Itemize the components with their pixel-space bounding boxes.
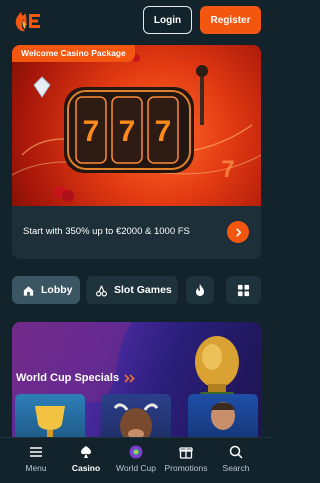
double-chevron-right-icon xyxy=(124,373,135,383)
world-cup-card-player[interactable] xyxy=(188,394,258,442)
brand-logo[interactable] xyxy=(12,9,42,33)
slot-machine-banner-image: 7 7 7 7 xyxy=(12,45,261,206)
tab-lobby[interactable]: Lobby xyxy=(12,276,80,304)
register-button[interactable]: Register xyxy=(200,6,261,34)
nav-promotions-label: Promotions xyxy=(164,463,208,473)
nav-casino-label: Casino xyxy=(71,463,101,473)
nav-search[interactable]: Search xyxy=(209,444,263,473)
promo-arrow-button[interactable] xyxy=(227,221,249,243)
promo-offer-text: Start with 350% up to €2000 & 1000 FS xyxy=(23,226,190,237)
nav-menu-label: Menu xyxy=(25,463,47,473)
svg-text:7: 7 xyxy=(221,156,234,183)
tab-hot[interactable] xyxy=(186,276,214,304)
grid-icon xyxy=(237,284,250,296)
world-cup-icon xyxy=(129,445,143,459)
menu-icon xyxy=(30,447,42,457)
tab-all-categories[interactable] xyxy=(226,276,261,304)
login-button[interactable]: Login xyxy=(143,6,192,34)
nav-menu[interactable]: Menu xyxy=(9,444,63,473)
search-icon xyxy=(229,445,243,459)
world-cup-card-trophy[interactable] xyxy=(15,394,85,442)
world-cup-title-text: World Cup Specials xyxy=(16,372,120,384)
world-cup-specials-banner[interactable]: World Cup Specials xyxy=(12,322,261,442)
gift-icon xyxy=(179,447,193,459)
home-icon xyxy=(23,285,34,296)
svg-text:7: 7 xyxy=(83,115,100,148)
header: Login Register xyxy=(0,0,272,42)
promo-badge: Welcome Casino Package xyxy=(12,45,135,62)
cherry-icon xyxy=(96,285,107,296)
bottom-navigation: Menu Casino World Cup Promotions Search xyxy=(0,437,272,483)
casino-chip-icon xyxy=(81,446,91,458)
chevron-right-icon xyxy=(235,228,241,236)
promo-footer: Start with 350% up to €2000 & 1000 FS xyxy=(12,206,261,259)
tab-slot-games-label: Slot Games xyxy=(114,284,172,296)
nav-casino[interactable]: Casino xyxy=(59,444,113,473)
svg-text:7: 7 xyxy=(119,115,136,148)
tab-lobby-label: Lobby xyxy=(41,284,73,296)
world-cup-card-bull[interactable] xyxy=(101,394,171,442)
nav-world-cup[interactable]: World Cup xyxy=(109,444,163,473)
nav-search-label: Search xyxy=(222,463,250,473)
world-cup-title: World Cup Specials xyxy=(16,372,136,384)
bull-mascot-icon xyxy=(113,403,159,442)
welcome-promo-card[interactable]: 7 7 7 7 Welcome Casino Package Start wit… xyxy=(12,45,261,259)
svg-text:7: 7 xyxy=(155,115,172,148)
nav-promotions[interactable]: Promotions xyxy=(159,444,213,473)
player-avatar-icon xyxy=(211,402,235,442)
nav-world-cup-label: World Cup xyxy=(116,463,156,473)
trophy-icon xyxy=(35,406,65,442)
tab-slot-games[interactable]: Slot Games xyxy=(86,276,178,304)
flame-icon xyxy=(196,284,204,296)
